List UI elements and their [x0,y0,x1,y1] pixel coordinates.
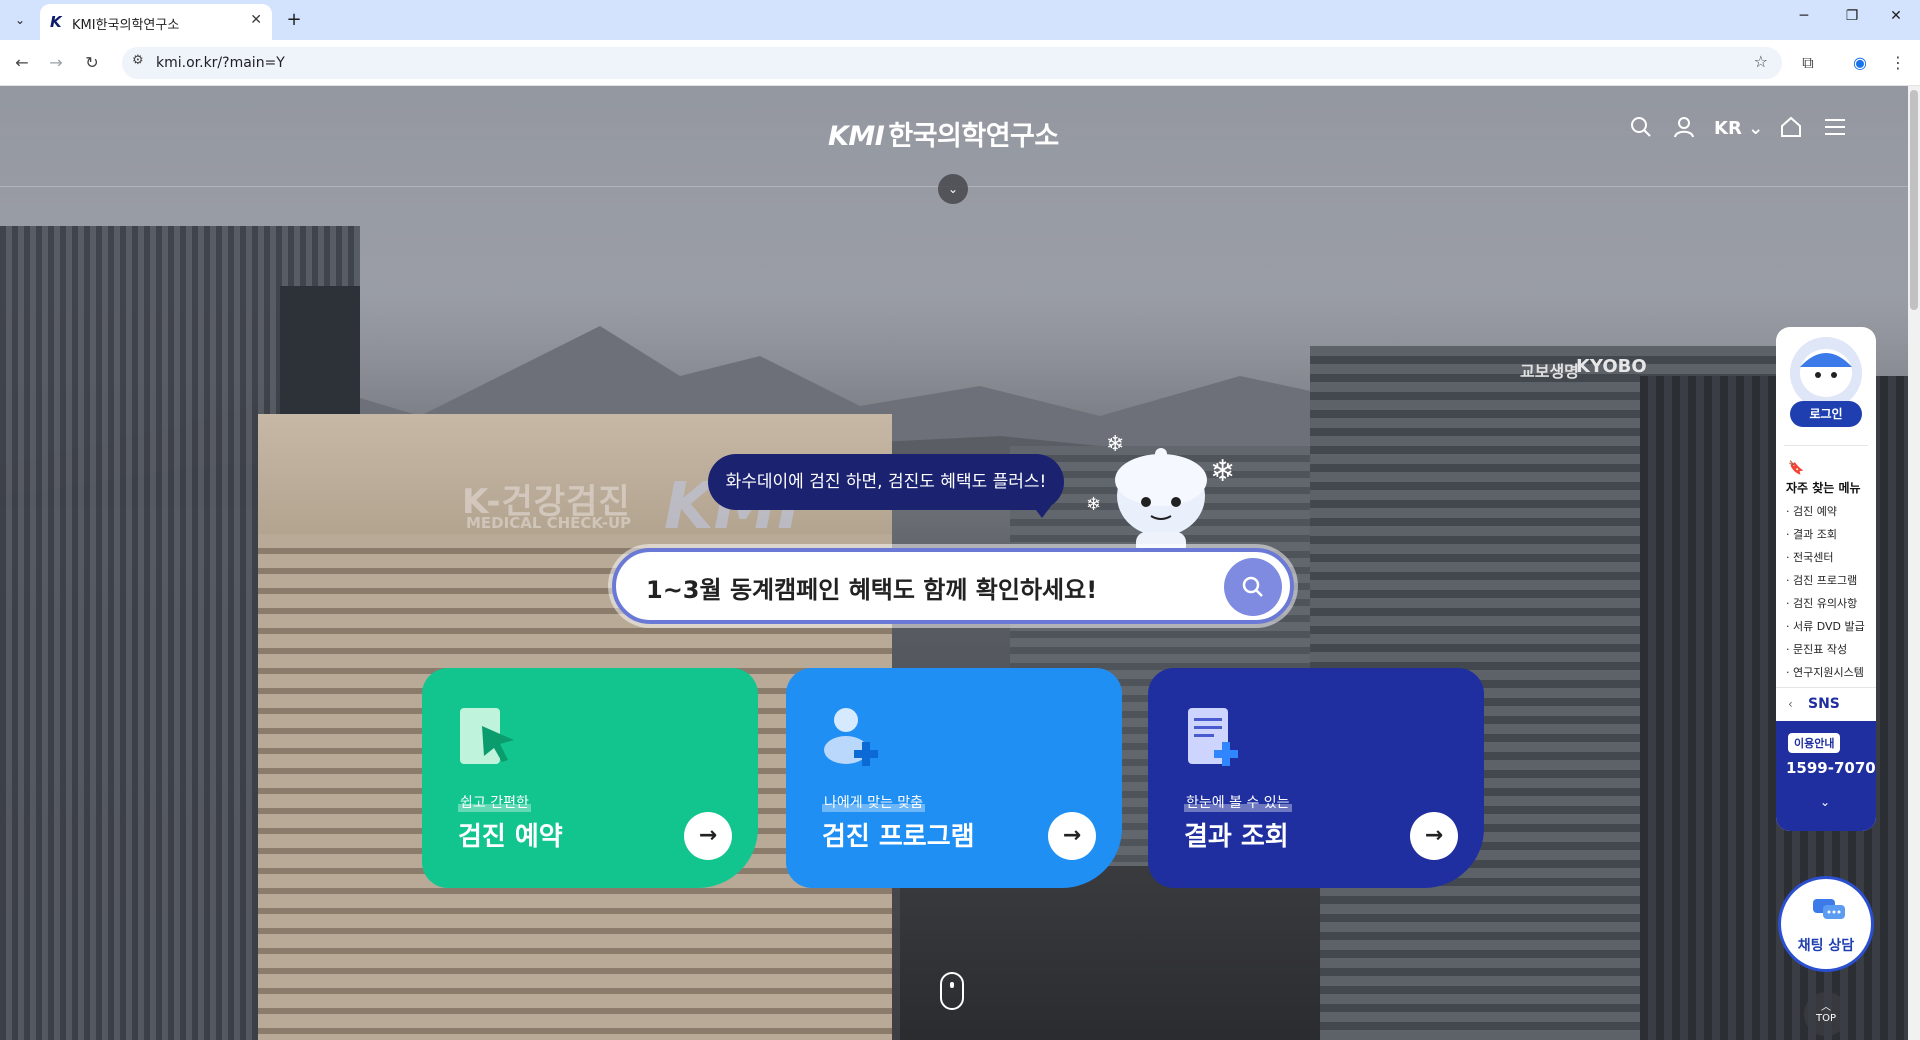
new-tab-button[interactable]: + [282,8,306,32]
snowflake-icon: ❄ [1106,432,1125,457]
chevron-down-icon[interactable]: ⌄ [938,174,968,204]
chat-consult-button[interactable]: 채팅 상담 [1778,876,1874,972]
arrow-right-icon[interactable]: → [684,812,732,860]
program-card[interactable]: 나에게 맞는 맞춤 검진 프로그램 → [786,668,1122,888]
results-document-icon [1188,708,1238,766]
quick-link-reservation[interactable]: · 검진 예약 [1786,503,1837,519]
restore-icon[interactable]: ❐ [1840,8,1864,24]
tab-title: KMI한국의학연구소 [72,18,180,33]
extensions-icon[interactable]: ⧉ [1796,51,1820,75]
site-logo[interactable]: KMI 한국의학연구소 [828,114,1059,153]
snowflake-icon: ❄ [1210,454,1236,489]
scroll-top-button[interactable]: ︿ TOP [1804,992,1848,1036]
card-subtitle: 나에게 맞는 맞춤 [822,792,926,812]
favorites-title: 자주 찾는 메뉴 [1786,481,1861,495]
snowflake-icon: ❄ [1086,494,1102,515]
scroll-indicator-icon [940,972,964,1010]
reload-icon[interactable]: ↻ [80,51,104,75]
browser-toolbar: ← → ↻ ⚙ kmi.or.kr/?main=Y ☆ ⧉ ◉ ⋮ [0,40,1920,86]
url-text[interactable]: kmi.or.kr/?main=Y [156,55,285,71]
logo-mark: KMI [828,121,885,152]
search-button[interactable] [1224,558,1282,616]
search-icon[interactable] [1630,116,1652,144]
quick-link-centers[interactable]: · 전국센터 [1786,549,1833,565]
card-title: 검진 프로그램 [822,822,975,852]
card-title: 검진 예약 [458,822,563,852]
quick-link-questionnaire[interactable]: · 문진표 작성 [1786,641,1847,657]
campaign-search-bar[interactable]: 1~3월 동계캠페인 혜택도 함께 확인하세요! [612,548,1294,624]
browser-tab[interactable]: K KMI한국의학연구소 ✕ [40,4,272,40]
reservation-card[interactable]: 쉽고 간편한 검진 예약 → [422,668,758,888]
chevron-left-icon: ‹ [1788,697,1793,711]
divider [1784,445,1868,446]
street-view [900,866,1320,1040]
sns-toggle[interactable]: ‹ SNS [1776,687,1876,721]
program-icon [824,708,878,766]
browser-menu-icon[interactable]: ⋮ [1886,51,1910,75]
chat-bubble-icon [1813,899,1845,919]
arrow-right-icon[interactable]: → [1410,812,1458,860]
quick-menu-panel: 로그인 🔖 자주 찾는 메뉴 · 검진 예약 · 결과 조회 · 전국센터 · … [1776,327,1876,831]
quick-link-research[interactable]: · 연구지원시스템 [1786,664,1864,680]
logo-text: 한국의학연구소 [888,121,1059,152]
arrow-right-icon[interactable]: → [1048,812,1096,860]
browser-tab-bar: ⌄ K KMI한국의학연구소 ✕ + ─ ❐ ✕ [0,0,1920,40]
chevron-up-icon: ︿ [1821,1002,1831,1013]
quick-link-results[interactable]: · 결과 조회 [1786,526,1837,542]
language-selector[interactable]: KR ⌄ [1714,118,1763,139]
kyobo-korean-sign: 교보생명 [1520,362,1579,381]
address-bar[interactable]: ⚙ kmi.or.kr/?main=Y ☆ [122,47,1782,79]
promo-bubble-tail [1030,502,1054,518]
promo-bubble: 화수데이에 검진 하면, 검진도 혜택도 플러스! [708,454,1064,510]
forward-icon[interactable]: → [44,51,68,75]
kyobo-sign: KYOBO [1576,356,1647,377]
minimize-icon[interactable]: ─ [1792,8,1816,24]
close-tab-icon[interactable]: ✕ [250,12,262,28]
home-icon[interactable] [1780,116,1802,144]
mascot-avatar [1790,337,1862,409]
reservation-icon [460,708,514,764]
bookmark-star-icon[interactable]: ☆ [1754,52,1768,71]
contact-box: 이용안내 1599-7070 ⌄ [1776,721,1876,831]
chevron-down-icon[interactable]: ⌄ [1820,795,1830,809]
card-title: 결과 조회 [1184,822,1289,852]
language-label: KR [1714,118,1742,139]
sns-label: SNS [1808,696,1840,712]
hamburger-menu-icon[interactable] [1824,116,1846,144]
card-subtitle: 쉽고 간편한 [458,792,531,812]
quick-link-programs[interactable]: · 검진 프로그램 [1786,572,1857,588]
site-settings-icon[interactable]: ⚙ [132,53,144,68]
phone-number: 1599-7070 [1786,759,1876,777]
chat-label: 채팅 상담 [1797,938,1855,954]
search-input[interactable]: 1~3월 동계캠페인 혜택도 함께 확인하세요! [646,570,1097,605]
window-close-icon[interactable]: ✕ [1884,8,1908,24]
login-button[interactable]: 로그인 [1790,401,1862,427]
card-subtitle: 한눈에 볼 수 있는 [1184,792,1292,812]
quick-link-dvd[interactable]: · 서류 DVD 발급 [1786,618,1865,634]
info-badge: 이용안내 [1788,733,1841,753]
results-card[interactable]: 한눈에 볼 수 있는 결과 조회 → [1148,668,1484,888]
scrollbar-thumb[interactable] [1910,90,1918,310]
hero-section: K-건강검진 MEDICAL CHECK-UP KMI 교보생명 KYOBO K… [0,86,1920,1040]
user-icon[interactable] [1673,116,1695,144]
page-scrollbar[interactable] [1908,86,1920,1040]
building-sign-subtext: MEDICAL CHECK-UP [466,514,632,532]
top-label: TOP [1815,1013,1836,1024]
quick-link-precautions[interactable]: · 검진 유의사항 [1786,595,1857,611]
profile-icon[interactable]: ◉ [1848,51,1872,75]
kmi-favicon-icon: K [50,13,62,31]
back-icon[interactable]: ← [10,51,34,75]
scroll-dot [950,982,954,988]
bookmark-icon: 🔖 [1788,461,1805,476]
tab-list-chevron-icon[interactable]: ⌄ [8,8,32,32]
mascot-character [1115,448,1207,556]
